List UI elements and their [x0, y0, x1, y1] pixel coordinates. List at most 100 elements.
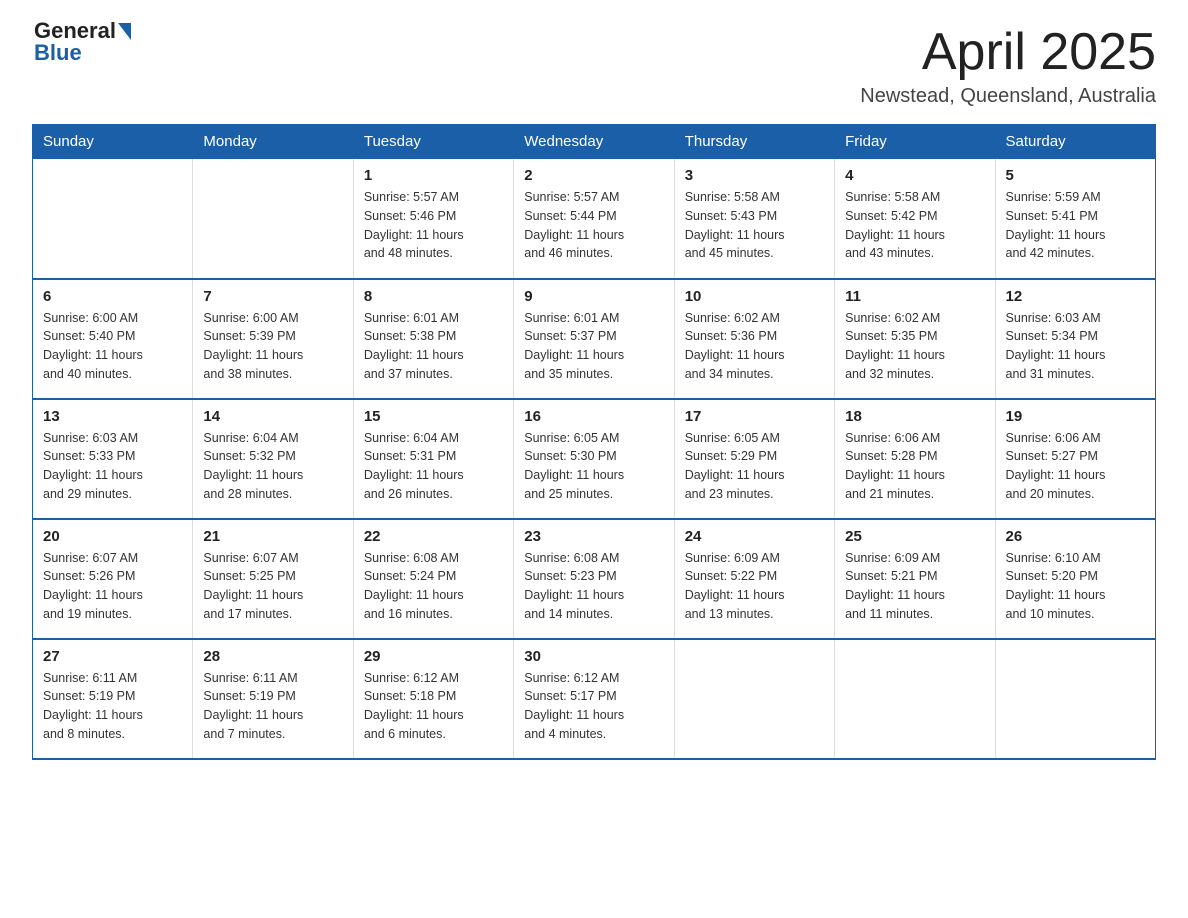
- day-number: 2: [524, 167, 663, 184]
- day-number: 13: [43, 408, 182, 425]
- day-info: Sunrise: 6:02 AM Sunset: 5:36 PM Dayligh…: [685, 309, 824, 384]
- calendar-cell: 16Sunrise: 6:05 AM Sunset: 5:30 PM Dayli…: [514, 399, 674, 519]
- day-info: Sunrise: 6:08 AM Sunset: 5:23 PM Dayligh…: [524, 549, 663, 624]
- day-info: Sunrise: 6:00 AM Sunset: 5:39 PM Dayligh…: [203, 309, 342, 384]
- day-info: Sunrise: 6:09 AM Sunset: 5:22 PM Dayligh…: [685, 549, 824, 624]
- page-header: General General Blue April 2025 Newstead…: [32, 24, 1156, 108]
- logo-triangle-icon: [118, 23, 131, 40]
- weekday-header-row: SundayMondayTuesdayWednesdayThursdayFrid…: [33, 125, 1156, 159]
- day-info: Sunrise: 6:06 AM Sunset: 5:28 PM Dayligh…: [845, 429, 984, 504]
- calendar-cell: 24 Sunrise: 6:09 AM Sunset: 5:22 PM Dayli…: [674, 519, 834, 639]
- day-number: 26: [1006, 528, 1145, 545]
- calendar-cell: 3Sunrise: 5:58 AM Sunset: 5:43 PM Daylig…: [674, 159, 834, 279]
- calendar-cell: 29 Sunrise: 6:12 AM Sunset: 5:18 PM Dayli…: [353, 639, 513, 759]
- calendar-cell: 27 Sunrise: 6:11 AM Sunset: 5:19 PM Dayli…: [33, 639, 193, 759]
- day-number: 28: [203, 648, 342, 665]
- calendar-cell: 26Sunrise: 6:10 AM Sunset: 5:20 PM Dayli…: [995, 519, 1155, 639]
- calendar-cell: 8 Sunrise: 6:01 AM Sunset: 5:38 PM Daylig…: [353, 279, 513, 399]
- day-number: 6: [43, 288, 182, 305]
- day-info: Sunrise: 6:11 AM Sunset: 5:19 PM Dayligh…: [203, 669, 342, 744]
- calendar-cell: 5 Sunrise: 5:59 AM Sunset: 5:41 PM Daylig…: [995, 159, 1155, 279]
- title-block: April 2025 Newstead, Queensland, Austral…: [860, 24, 1156, 108]
- calendar-cell: 6 Sunrise: 6:00 AM Sunset: 5:40 PM Daylig…: [33, 279, 193, 399]
- day-number: 20: [43, 528, 182, 545]
- calendar-cell: 17 Sunrise: 6:05 AM Sunset: 5:29 PM Dayli…: [674, 399, 834, 519]
- day-number: 11: [845, 288, 984, 305]
- calendar-cell: [193, 159, 353, 279]
- calendar-cell: 12 Sunrise: 6:03 AM Sunset: 5:34 PM Dayli…: [995, 279, 1155, 399]
- calendar-cell: 11 Sunrise: 6:02 AM Sunset: 5:35 PM Dayli…: [835, 279, 995, 399]
- calendar-cell: 28 Sunrise: 6:11 AM Sunset: 5:19 PM Dayli…: [193, 639, 353, 759]
- calendar-cell: 21 Sunrise: 6:07 AM Sunset: 5:25 PM Dayli…: [193, 519, 353, 639]
- weekday-header-thursday: Thursday: [674, 125, 834, 159]
- day-number: 17: [685, 408, 824, 425]
- day-info: Sunrise: 5:59 AM Sunset: 5:41 PM Dayligh…: [1006, 188, 1145, 263]
- day-number: 5: [1006, 167, 1145, 184]
- calendar-cell: 10Sunrise: 6:02 AM Sunset: 5:36 PM Dayli…: [674, 279, 834, 399]
- day-info: Sunrise: 6:01 AM Sunset: 5:38 PM Dayligh…: [364, 309, 503, 384]
- day-number: 19: [1006, 408, 1145, 425]
- day-info: Sunrise: 6:07 AM Sunset: 5:25 PM Dayligh…: [203, 549, 342, 624]
- weekday-header-saturday: Saturday: [995, 125, 1155, 159]
- day-number: 30: [524, 648, 663, 665]
- day-number: 25: [845, 528, 984, 545]
- day-number: 29: [364, 648, 503, 665]
- calendar-cell: 2 Sunrise: 5:57 AM Sunset: 5:44 PM Daylig…: [514, 159, 674, 279]
- page-subtitle: Newstead, Queensland, Australia: [860, 85, 1156, 108]
- day-info: Sunrise: 6:03 AM Sunset: 5:34 PM Dayligh…: [1006, 309, 1145, 384]
- calendar-cell: [835, 639, 995, 759]
- day-info: Sunrise: 6:00 AM Sunset: 5:40 PM Dayligh…: [43, 309, 182, 384]
- day-number: 3: [685, 167, 824, 184]
- day-info: Sunrise: 6:08 AM Sunset: 5:24 PM Dayligh…: [364, 549, 503, 624]
- day-info: Sunrise: 6:07 AM Sunset: 5:26 PM Dayligh…: [43, 549, 182, 624]
- calendar-cell: [33, 159, 193, 279]
- calendar-cell: 25 Sunrise: 6:09 AM Sunset: 5:21 PM Dayli…: [835, 519, 995, 639]
- day-number: 27: [43, 648, 182, 665]
- day-number: 18: [845, 408, 984, 425]
- calendar-cell: 19 Sunrise: 6:06 AM Sunset: 5:27 PM Dayli…: [995, 399, 1155, 519]
- day-info: Sunrise: 6:04 AM Sunset: 5:31 PM Dayligh…: [364, 429, 503, 504]
- weekday-header-monday: Monday: [193, 125, 353, 159]
- day-info: Sunrise: 6:12 AM Sunset: 5:17 PM Dayligh…: [524, 669, 663, 744]
- day-number: 8: [364, 288, 503, 305]
- weekday-header-sunday: Sunday: [33, 125, 193, 159]
- week-row-1: 1 Sunrise: 5:57 AM Sunset: 5:46 PM Daylig…: [33, 159, 1156, 279]
- day-number: 24: [685, 528, 824, 545]
- day-info: Sunrise: 6:11 AM Sunset: 5:19 PM Dayligh…: [43, 669, 182, 744]
- day-info: Sunrise: 6:05 AM Sunset: 5:29 PM Dayligh…: [685, 429, 824, 504]
- calendar-cell: 15 Sunrise: 6:04 AM Sunset: 5:31 PM Dayli…: [353, 399, 513, 519]
- calendar-cell: [674, 639, 834, 759]
- day-number: 1: [364, 167, 503, 184]
- page-title: April 2025: [860, 24, 1156, 81]
- weekday-header-friday: Friday: [835, 125, 995, 159]
- calendar-cell: [995, 639, 1155, 759]
- calendar-cell: 4Sunrise: 5:58 AM Sunset: 5:42 PM Daylig…: [835, 159, 995, 279]
- weekday-header-wednesday: Wednesday: [514, 125, 674, 159]
- day-number: 21: [203, 528, 342, 545]
- week-row-3: 13 Sunrise: 6:03 AM Sunset: 5:33 PM Dayli…: [33, 399, 1156, 519]
- day-number: 7: [203, 288, 342, 305]
- day-info: Sunrise: 6:06 AM Sunset: 5:27 PM Dayligh…: [1006, 429, 1145, 504]
- day-info: Sunrise: 5:57 AM Sunset: 5:44 PM Dayligh…: [524, 188, 663, 263]
- week-row-2: 6 Sunrise: 6:00 AM Sunset: 5:40 PM Daylig…: [33, 279, 1156, 399]
- day-info: Sunrise: 5:58 AM Sunset: 5:42 PM Dayligh…: [845, 188, 984, 263]
- calendar-cell: 7 Sunrise: 6:00 AM Sunset: 5:39 PM Daylig…: [193, 279, 353, 399]
- calendar-cell: 22Sunrise: 6:08 AM Sunset: 5:24 PM Dayli…: [353, 519, 513, 639]
- day-number: 14: [203, 408, 342, 425]
- day-info: Sunrise: 6:09 AM Sunset: 5:21 PM Dayligh…: [845, 549, 984, 624]
- day-info: Sunrise: 6:03 AM Sunset: 5:33 PM Dayligh…: [43, 429, 182, 504]
- calendar-cell: 1 Sunrise: 5:57 AM Sunset: 5:46 PM Daylig…: [353, 159, 513, 279]
- calendar-cell: 20 Sunrise: 6:07 AM Sunset: 5:26 PM Dayli…: [33, 519, 193, 639]
- day-info: Sunrise: 6:12 AM Sunset: 5:18 PM Dayligh…: [364, 669, 503, 744]
- calendar-cell: 18 Sunrise: 6:06 AM Sunset: 5:28 PM Dayli…: [835, 399, 995, 519]
- day-info: Sunrise: 5:57 AM Sunset: 5:46 PM Dayligh…: [364, 188, 503, 263]
- day-number: 12: [1006, 288, 1145, 305]
- day-info: Sunrise: 6:04 AM Sunset: 5:32 PM Dayligh…: [203, 429, 342, 504]
- day-info: Sunrise: 6:01 AM Sunset: 5:37 PM Dayligh…: [524, 309, 663, 384]
- day-number: 15: [364, 408, 503, 425]
- calendar-cell: 9 Sunrise: 6:01 AM Sunset: 5:37 PM Daylig…: [514, 279, 674, 399]
- day-info: Sunrise: 6:02 AM Sunset: 5:35 PM Dayligh…: [845, 309, 984, 384]
- calendar-cell: 13 Sunrise: 6:03 AM Sunset: 5:33 PM Dayli…: [33, 399, 193, 519]
- day-number: 9: [524, 288, 663, 305]
- logo: General General Blue: [32, 24, 133, 66]
